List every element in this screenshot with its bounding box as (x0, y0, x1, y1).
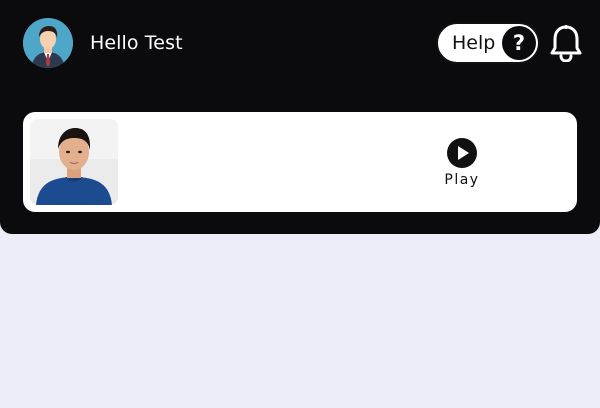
help-button[interactable]: Help ? (436, 22, 540, 64)
bell-icon[interactable] (549, 24, 583, 62)
video-card: Play (23, 112, 577, 212)
play-button[interactable]: Play (438, 138, 486, 188)
person-video-thumbnail (30, 119, 118, 205)
user-avatar-icon (23, 18, 73, 68)
help-label: Help (452, 32, 496, 54)
greeting-text: Hello Test (90, 32, 183, 54)
play-circle-icon (447, 138, 477, 168)
avatar[interactable] (23, 18, 73, 68)
video-thumbnail[interactable] (30, 119, 118, 205)
play-label: Play (444, 172, 480, 188)
question-icon: ? (502, 26, 536, 60)
header-panel: Hello Test Help ? Play (0, 0, 600, 234)
